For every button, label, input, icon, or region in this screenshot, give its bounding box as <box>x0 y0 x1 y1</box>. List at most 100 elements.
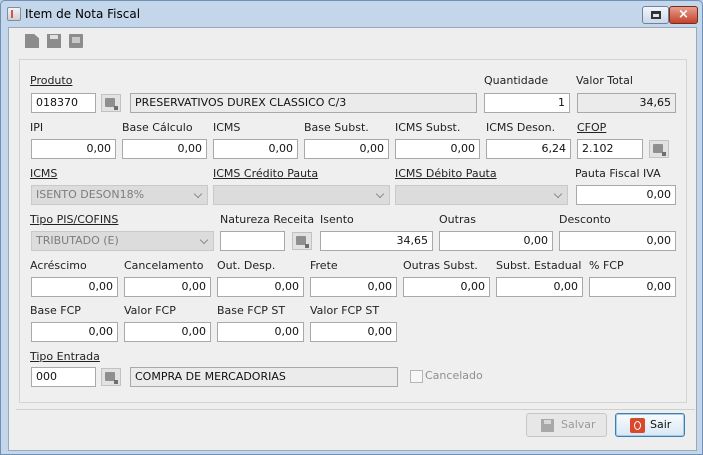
minimize-button[interactable] <box>642 6 669 24</box>
search-icon <box>105 98 118 110</box>
form-panel: Produto Quantidade Valor Total 018370 PR… <box>19 59 687 403</box>
window-title: Item de Nota Fiscal <box>25 7 141 21</box>
icms-label: ICMS <box>213 121 241 134</box>
base-fcp-label: Base FCP <box>30 304 81 317</box>
pauta-fiscal-iva-input[interactable]: 0,00 <box>576 185 676 205</box>
natureza-receita-label: Natureza Receita <box>220 213 315 226</box>
tipo-pis-cofins-select[interactable]: TRIBUTADO (E) <box>31 231 214 251</box>
acrescimo-label: Acréscimo <box>30 259 87 272</box>
base-subst-input[interactable]: 0,00 <box>304 139 389 159</box>
valor-fcp-st-label: Valor FCP ST <box>310 304 380 317</box>
exit-icon <box>630 418 645 433</box>
tipo-entrada-label: Tipo Entrada <box>30 350 100 363</box>
valor-total-label: Valor Total <box>576 74 633 87</box>
produto-code-input[interactable]: 018370 <box>31 93 96 113</box>
chevron-down-icon <box>375 189 385 199</box>
natureza-receita-search-button[interactable] <box>292 232 312 250</box>
cancelado-label: Cancelado <box>425 369 483 382</box>
cancelado-checkbox[interactable] <box>410 370 423 383</box>
outras-subst-input[interactable]: 0,00 <box>403 277 490 297</box>
footer-separator <box>16 409 695 410</box>
title-bar: Item de Nota Fiscal × <box>1 1 702 27</box>
subst-estadual-label: Subst. Estadual <box>496 259 582 272</box>
base-fcp-st-input[interactable]: 0,00 <box>217 322 304 342</box>
quantidade-label: Quantidade <box>484 74 549 87</box>
natureza-receita-input[interactable] <box>220 231 285 251</box>
out-desp-label: Out. Desp. <box>217 259 276 272</box>
icms-subst-input[interactable]: 0,00 <box>395 139 480 159</box>
chevron-down-icon <box>199 235 209 245</box>
new-document-icon[interactable] <box>25 34 39 48</box>
ipi-input[interactable]: 0,00 <box>31 139 116 159</box>
pauta-fiscal-iva-label: Pauta Fiscal IVA <box>575 167 661 180</box>
tipo-entrada-description-field: COMPRA DE MERCADORIAS <box>130 367 398 387</box>
close-icon: × <box>678 7 689 22</box>
valor-fcp-input[interactable]: 0,00 <box>124 322 211 342</box>
sair-button[interactable]: Sair <box>615 413 685 437</box>
restore-icon <box>651 11 661 19</box>
cfop-label: CFOP <box>577 121 607 134</box>
cfop-input[interactable]: 2.102 <box>577 139 643 159</box>
icms-input[interactable]: 0,00 <box>213 139 298 159</box>
frete-label: Frete <box>310 259 338 272</box>
base-calculo-input[interactable]: 0,00 <box>122 139 207 159</box>
cancelamento-label: Cancelamento <box>124 259 204 272</box>
tipo-pis-cofins-value: TRIBUTADO (E) <box>36 234 119 247</box>
close-button[interactable]: × <box>669 6 698 24</box>
base-fcp-input[interactable]: 0,00 <box>31 322 118 342</box>
save-icon <box>541 419 554 432</box>
pct-fcp-label: % FCP <box>589 259 624 272</box>
icms-subst-label: ICMS Subst. <box>395 121 461 134</box>
salvar-button[interactable]: Salvar <box>526 413 607 437</box>
icms-combo-label: ICMS <box>30 167 58 180</box>
produto-search-button[interactable] <box>101 94 121 112</box>
produto-label: Produto <box>30 74 73 87</box>
pct-fcp-input[interactable]: 0,00 <box>589 277 676 297</box>
cancelamento-input[interactable]: 0,00 <box>124 277 211 297</box>
save-icon[interactable] <box>47 34 61 48</box>
quantidade-input[interactable]: 1 <box>484 93 570 113</box>
search-icon <box>653 144 666 156</box>
chevron-down-icon <box>193 189 203 199</box>
sair-button-label: Sair <box>650 418 672 431</box>
outras-subst-label: Outras Subst. <box>403 259 478 272</box>
valor-fcp-label: Valor FCP <box>124 304 176 317</box>
frete-input[interactable]: 0,00 <box>310 277 397 297</box>
isento-label: Isento <box>320 213 354 226</box>
outras-input[interactable]: 0,00 <box>439 231 553 251</box>
print-icon[interactable] <box>69 34 83 48</box>
ipi-label: IPI <box>30 121 44 134</box>
subst-estadual-input[interactable]: 0,00 <box>496 277 583 297</box>
search-icon <box>296 236 309 248</box>
desconto-label: Desconto <box>559 213 611 226</box>
base-fcp-st-label: Base FCP ST <box>217 304 286 317</box>
search-icon <box>105 372 118 384</box>
valor-total-field: 34,65 <box>577 93 676 113</box>
tipo-entrada-search-button[interactable] <box>101 368 121 386</box>
desconto-input[interactable]: 0,00 <box>559 231 676 251</box>
acrescimo-input[interactable]: 0,00 <box>31 277 118 297</box>
chevron-down-icon <box>553 189 563 199</box>
icms-select-value: ISENTO DESON18% <box>36 188 145 201</box>
icms-credito-pauta-label: ICMS Crédito Pauta <box>213 167 319 180</box>
icms-deson-label: ICMS Deson. <box>486 121 556 134</box>
icms-credito-pauta-select[interactable] <box>213 185 390 205</box>
cfop-search-button[interactable] <box>649 140 669 158</box>
dialog-body: Produto Quantidade Valor Total 018370 PR… <box>8 27 697 451</box>
produto-description-field: PRESERVATIVOS DUREX CLASSICO C/3 <box>130 93 477 113</box>
base-subst-label: Base Subst. <box>304 121 369 134</box>
isento-input[interactable]: 34,65 <box>320 231 433 251</box>
outras-label: Outras <box>439 213 476 226</box>
icms-debito-pauta-label: ICMS Débito Pauta <box>395 167 497 180</box>
app-icon <box>7 7 21 21</box>
tipo-entrada-code-input[interactable]: 000 <box>31 367 96 387</box>
out-desp-input[interactable]: 0,00 <box>217 277 304 297</box>
base-calculo-label: Base Cálculo <box>122 121 193 134</box>
tipo-pis-cofins-label: Tipo PIS/COFINS <box>30 213 119 226</box>
dialog-window: Item de Nota Fiscal × Produto Quantidade… <box>0 0 703 455</box>
icms-deson-input[interactable]: 6,24 <box>486 139 571 159</box>
icms-debito-pauta-select[interactable] <box>395 185 568 205</box>
salvar-button-label: Salvar <box>561 418 596 431</box>
icms-select[interactable]: ISENTO DESON18% <box>31 185 208 205</box>
valor-fcp-st-input[interactable]: 0,00 <box>310 322 397 342</box>
